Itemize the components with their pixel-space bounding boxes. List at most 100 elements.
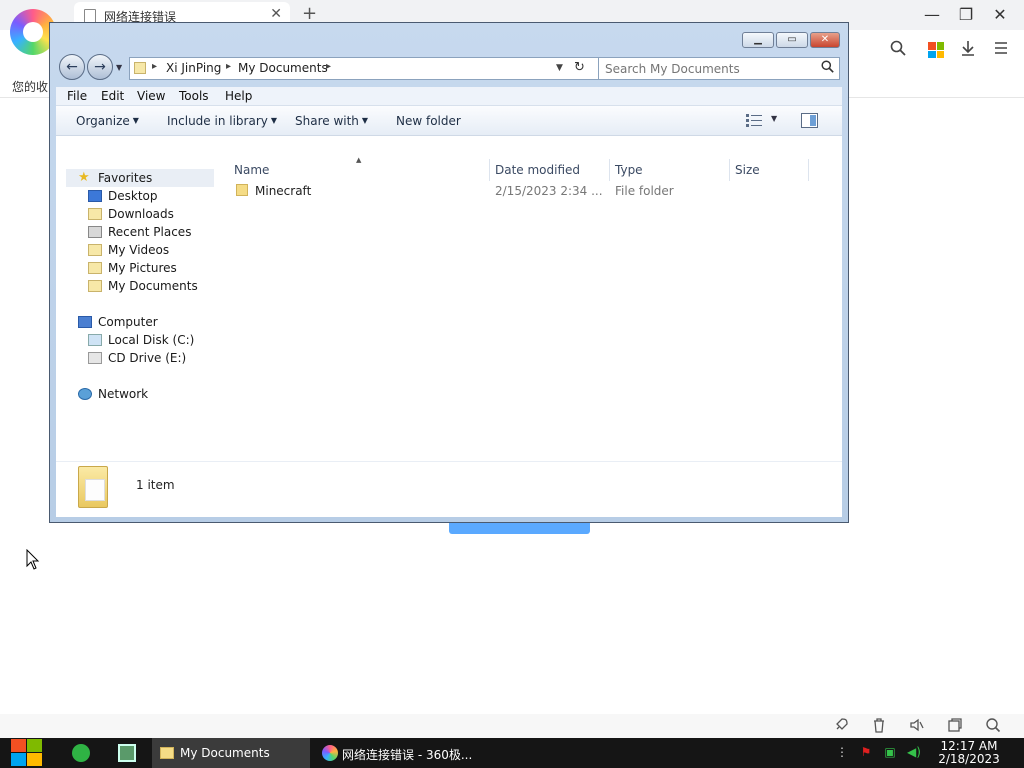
volume-icon[interactable] xyxy=(908,717,926,735)
chat-app-icon[interactable] xyxy=(72,744,90,762)
pinned-app-icon[interactable] xyxy=(118,744,136,762)
folder-icon xyxy=(160,747,174,759)
nav-cd-drive-label: CD Drive (E:) xyxy=(108,351,187,365)
address-bar[interactable]: ▸ Xi JinPing ▸ My Documents ▸ ▼ ↻ xyxy=(129,57,599,80)
flag-icon[interactable]: ⚑ xyxy=(858,745,874,761)
start-logo-red xyxy=(11,739,26,752)
view-dropdown-icon[interactable]: ▼ xyxy=(771,114,777,123)
refresh-icon[interactable]: ↻ xyxy=(574,60,585,75)
apps-grid-icon[interactable] xyxy=(928,42,944,58)
start-logo-yellow xyxy=(27,753,42,766)
speaker-icon[interactable]: ◀) xyxy=(906,745,922,761)
file-name[interactable]: Minecraft xyxy=(255,184,311,198)
window-controls: ▁ ▭ ✕ xyxy=(742,32,840,48)
trash-icon[interactable] xyxy=(870,717,888,735)
nav-my-pictures[interactable]: My Pictures xyxy=(88,261,177,275)
download-icon[interactable] xyxy=(958,40,978,60)
search-icon[interactable] xyxy=(821,60,834,77)
search-icon[interactable] xyxy=(888,40,908,60)
browser-status-bar xyxy=(0,714,1024,738)
star-icon: ★ xyxy=(78,170,90,185)
column-divider[interactable] xyxy=(489,159,490,181)
nav-favorites[interactable]: ★ Favorites xyxy=(78,170,152,185)
browser-restore-button[interactable]: ❐ xyxy=(956,5,976,24)
document-icon xyxy=(84,9,96,23)
breadcrumb-my-documents[interactable]: My Documents xyxy=(238,61,328,75)
column-size[interactable]: Size xyxy=(735,163,760,177)
zoom-icon[interactable] xyxy=(984,717,1002,735)
include-in-library-button[interactable]: Include in library ▼ xyxy=(167,114,277,128)
nav-my-documents[interactable]: My Documents xyxy=(88,279,198,293)
browser-close-button[interactable]: ✕ xyxy=(990,5,1010,24)
start-button[interactable] xyxy=(10,738,44,768)
recent-pages-dropdown[interactable]: ▼ xyxy=(116,63,122,72)
rocket-icon[interactable] xyxy=(832,717,850,735)
nav-cd-drive[interactable]: CD Drive (E:) xyxy=(88,351,187,365)
taskbar-browser-button[interactable]: 网络连接错误 - 360极... xyxy=(314,738,472,768)
minimize-button[interactable]: ▁ xyxy=(742,32,774,48)
column-divider[interactable] xyxy=(609,159,610,181)
nav-local-disk[interactable]: Local Disk (C:) xyxy=(88,333,194,347)
column-type[interactable]: Type xyxy=(615,163,643,177)
column-divider[interactable] xyxy=(729,159,730,181)
maximize-button[interactable]: ▭ xyxy=(776,32,808,48)
organize-button[interactable]: Organize ▼ xyxy=(76,114,139,128)
search-input[interactable] xyxy=(603,60,813,77)
nav-my-videos[interactable]: My Videos xyxy=(88,243,170,257)
nav-downloads-label: Downloads xyxy=(108,207,174,221)
nav-my-videos-label: My Videos xyxy=(108,243,170,257)
chevron-right-icon[interactable]: ▸ xyxy=(226,61,231,72)
sort-ascending-icon: ▲ xyxy=(356,156,362,164)
folder-preview-icon xyxy=(78,466,108,508)
taskbar: My Documents 网络连接错误 - 360极... ⋮ ⚑ ▣ ◀) 1… xyxy=(0,738,1024,768)
overflow-icon[interactable]: ⋮ xyxy=(834,745,850,761)
menu-icon[interactable] xyxy=(991,40,1011,60)
share-with-button[interactable]: Share with ▼ xyxy=(295,114,368,128)
folder-icon xyxy=(134,62,146,74)
preview-pane-icon[interactable] xyxy=(801,113,818,128)
menu-help[interactable]: Help xyxy=(225,89,252,103)
file-date-modified: 2/15/2023 2:34 ... xyxy=(495,184,603,198)
nav-desktop-label: Desktop xyxy=(108,189,158,203)
close-tab-icon[interactable]: ✕ xyxy=(270,6,282,22)
browser-icon xyxy=(322,745,338,761)
network-status-icon[interactable]: ▣ xyxy=(882,745,898,761)
forward-button[interactable]: → xyxy=(87,54,113,80)
cd-drive-icon xyxy=(88,352,102,364)
column-divider[interactable] xyxy=(808,159,809,181)
new-tab-button[interactable]: + xyxy=(302,3,317,24)
taskbar-explorer-button[interactable]: My Documents xyxy=(152,738,310,768)
chevron-right-icon[interactable]: ▸ xyxy=(152,61,157,72)
nav-downloads[interactable]: Downloads xyxy=(88,207,174,221)
nav-network-label: Network xyxy=(98,387,149,401)
recent-places-icon xyxy=(88,226,102,238)
close-button[interactable]: ✕ xyxy=(810,32,840,48)
clock[interactable]: 12:17 AM 2/18/2023 xyxy=(928,740,1010,766)
nav-network[interactable]: Network xyxy=(78,387,149,401)
window-icon[interactable] xyxy=(946,717,964,735)
bookmark-label[interactable]: 您的收 xyxy=(12,78,48,95)
breadcrumb-user[interactable]: Xi JinPing xyxy=(166,61,221,75)
column-name[interactable]: Name xyxy=(234,163,269,177)
view-options-icon[interactable] xyxy=(746,114,762,127)
file-type: File folder xyxy=(615,184,674,198)
menu-file[interactable]: File xyxy=(67,89,87,103)
nav-computer-label: Computer xyxy=(98,315,158,329)
browser-minimize-button[interactable]: — xyxy=(922,5,942,24)
nav-recent-places[interactable]: Recent Places xyxy=(88,225,191,239)
hard-drive-icon xyxy=(88,334,102,346)
menu-tools[interactable]: Tools xyxy=(179,89,209,103)
new-folder-button[interactable]: New folder xyxy=(396,114,461,128)
menu-edit[interactable]: Edit xyxy=(101,89,124,103)
nav-desktop[interactable]: Desktop xyxy=(88,189,158,203)
nav-computer[interactable]: Computer xyxy=(78,315,158,329)
desktop-icon xyxy=(88,190,102,202)
menu-view[interactable]: View xyxy=(137,89,165,103)
search-box[interactable] xyxy=(598,57,840,80)
address-history-dropdown[interactable]: ▼ xyxy=(556,63,563,73)
chevron-right-icon[interactable]: ▸ xyxy=(326,61,331,72)
column-date-modified[interactable]: Date modified xyxy=(495,163,580,177)
back-button[interactable]: ← xyxy=(59,54,85,80)
mouse-cursor-icon xyxy=(26,549,40,570)
computer-icon xyxy=(78,316,92,328)
